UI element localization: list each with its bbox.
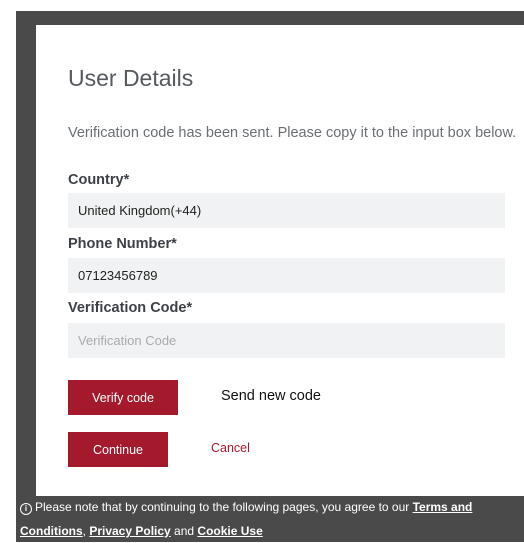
cancel-link[interactable]: Cancel [211, 441, 250, 455]
user-details-card: User Details Verification code has been … [36, 25, 524, 496]
continue-button[interactable]: Continue [68, 432, 168, 467]
country-field[interactable] [68, 193, 505, 228]
phone-number-field[interactable] [68, 258, 505, 293]
country-label: Country* [68, 172, 130, 188]
verification-sent-message: Verification code has been sent. Please … [68, 125, 517, 141]
info-icon: i [20, 503, 32, 515]
cookie-use-link[interactable]: Cookie Use [197, 524, 262, 538]
privacy-policy-link[interactable]: Privacy Policy [89, 524, 170, 538]
verify-code-button[interactable]: Verify code [68, 380, 178, 415]
terms-notice: i Please note that by continuing to the f… [20, 495, 504, 543]
verification-code-input[interactable] [68, 323, 505, 358]
page-title: User Details [68, 65, 194, 91]
send-new-code-link[interactable]: Send new code [221, 388, 321, 404]
separator-and: and [170, 524, 198, 538]
page-frame: User Details Verification code has been … [16, 11, 524, 542]
terms-notice-text: Please note that by continuing to the fo… [35, 500, 413, 514]
verification-code-label: Verification Code* [68, 300, 193, 316]
phone-number-label: Phone Number* [68, 236, 177, 252]
